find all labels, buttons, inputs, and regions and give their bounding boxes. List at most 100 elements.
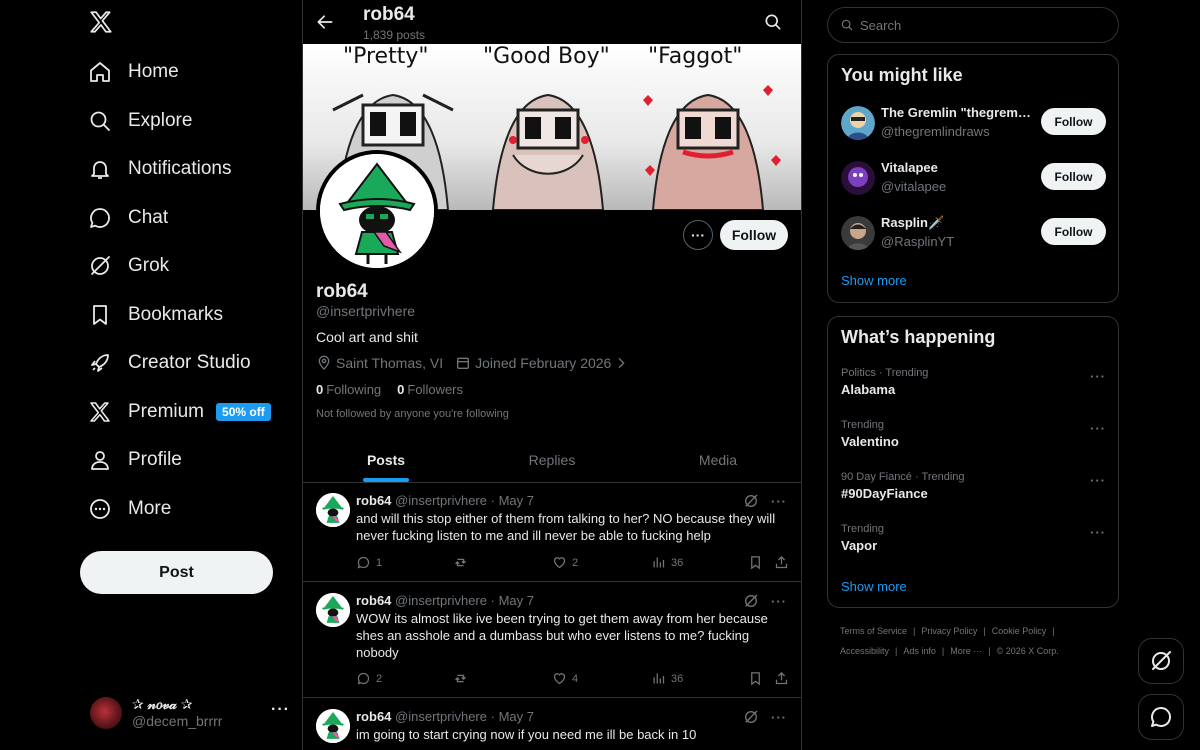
nav-creator-studio-label: Creator Studio — [128, 352, 251, 373]
profile-joined[interactable]: Joined February 2026 — [475, 355, 611, 371]
search-bar[interactable] — [827, 7, 1119, 43]
follow-button[interactable]: Follow — [1041, 218, 1106, 245]
reply-button[interactable]: 1 — [356, 555, 382, 570]
post-button[interactable]: Post — [80, 551, 273, 594]
nav-grok[interactable]: Grok — [88, 246, 169, 286]
nav-more[interactable]: More — [88, 489, 171, 529]
tweet-date[interactable]: May 7 — [499, 493, 534, 508]
show-more-link[interactable]: Show more — [841, 579, 907, 594]
trend-item[interactable]: Trending Vapor ··· — [841, 523, 1106, 563]
nav-premium[interactable]: Premium 50% off — [88, 392, 271, 432]
tweet-author-handle: @insertprivhere — [395, 709, 487, 724]
nav-explore[interactable]: Explore — [88, 101, 192, 141]
tweet-header: rob64 @insertprivhere · May 7 — [356, 593, 534, 608]
views-button[interactable]: 36 — [651, 671, 683, 686]
tweet-more-icon[interactable]: ··· — [771, 710, 787, 725]
tab-posts[interactable]: Posts — [303, 438, 469, 482]
not-followed-note: Not followed by anyone you're following — [316, 408, 509, 420]
reply-button[interactable]: 2 — [356, 671, 382, 686]
grok-icon[interactable] — [743, 593, 759, 609]
tweet-date[interactable]: May 7 — [499, 593, 534, 608]
share-button[interactable] — [774, 671, 794, 686]
tweet-avatar[interactable] — [316, 493, 350, 527]
trend-item[interactable]: Trending Valentino ··· — [841, 419, 1106, 459]
share-button[interactable] — [774, 555, 794, 570]
tweet-avatar[interactable] — [316, 709, 350, 743]
avatar-illustration — [320, 154, 434, 268]
search-icon — [841, 19, 853, 31]
following-link[interactable]: 0 Following — [316, 382, 381, 397]
tweet-more-icon[interactable]: ··· — [771, 494, 787, 509]
x-logo-icon[interactable] — [88, 9, 114, 35]
like-button[interactable]: 4 — [552, 671, 578, 686]
followers-link[interactable]: 0 Followers — [397, 382, 463, 397]
account-switcher[interactable]: ✰ 𝓃𝑜𝓋𝒶 ✰ @decem_brrrr ··· — [90, 695, 290, 731]
profile-more-button[interactable]: ··· — [683, 220, 713, 250]
trend-item[interactable]: 90 Day Fiancé · Trending #90DayFiance ··… — [841, 471, 1106, 511]
footer-separator: | — [988, 646, 991, 656]
footer-link-more[interactable]: More ··· — [950, 646, 982, 656]
bookmark-button[interactable] — [748, 671, 768, 686]
follow-counts: 0 Following 0 Followers — [316, 382, 463, 397]
tweet-more-icon[interactable]: ··· — [771, 594, 787, 609]
back-arrow-icon[interactable] — [315, 12, 335, 32]
profile-avatar[interactable] — [316, 150, 438, 272]
suggestion-item[interactable]: Vitalapee @vitalapee Follow — [841, 158, 1106, 198]
trend-more-icon[interactable]: ··· — [1090, 525, 1106, 540]
tweet-date[interactable]: May 7 — [499, 709, 534, 724]
tab-media[interactable]: Media — [635, 438, 801, 482]
nav-notifications[interactable]: Notifications — [88, 149, 232, 189]
footer-link-terms[interactable]: Terms of Service — [840, 626, 907, 636]
left-sidebar: Home Explore Notifications Chat Grok Boo… — [0, 0, 303, 750]
nav-chat[interactable]: Chat — [88, 198, 168, 238]
nav-bookmarks[interactable]: Bookmarks — [88, 295, 223, 335]
avatar-illustration — [316, 709, 350, 743]
nav-home[interactable]: Home — [88, 52, 179, 92]
tweet[interactable]: rob64 @insertprivhere · May 7 ··· and wi… — [303, 483, 801, 582]
tab-replies[interactable]: Replies — [469, 438, 635, 482]
account-handle: @decem_brrrr — [132, 713, 223, 729]
trend-more-icon[interactable]: ··· — [1090, 473, 1106, 488]
search-icon[interactable] — [763, 12, 783, 32]
bell-icon — [91, 161, 109, 179]
tweet-author-name[interactable]: rob64 — [356, 593, 391, 608]
suggestion-item[interactable]: The Gremlin "thegremlindraws" @thegremli… — [841, 103, 1106, 143]
tweet-author-name[interactable]: rob64 — [356, 709, 391, 724]
bookmark-button[interactable] — [748, 555, 768, 570]
follow-button[interactable]: Follow — [1041, 108, 1106, 135]
tweet[interactable]: rob64 @insertprivhere · May 7 ··· im goi… — [303, 699, 801, 750]
tweet-header: rob64 @insertprivhere · May 7 — [356, 493, 534, 508]
tweet-author-name[interactable]: rob64 — [356, 493, 391, 508]
suggestion-item[interactable]: Rasplin🗡️ @RasplinYT Follow — [841, 213, 1106, 253]
trend-more-icon[interactable]: ··· — [1090, 369, 1106, 384]
trend-item[interactable]: Politics · Trending Alabama ··· — [841, 367, 1106, 407]
repost-button[interactable] — [453, 555, 473, 570]
footer-link-ads-info[interactable]: Ads info — [903, 646, 936, 656]
grok-icon[interactable] — [743, 709, 759, 725]
nav-profile[interactable]: Profile — [88, 440, 182, 480]
you-might-like-title: You might like — [841, 65, 963, 85]
footer-link-privacy[interactable]: Privacy Policy — [921, 626, 977, 636]
profile-name: rob64 — [316, 281, 368, 302]
nav-premium-label: Premium — [128, 401, 205, 422]
tweet-avatar[interactable] — [316, 593, 350, 627]
followers-label: Followers — [407, 382, 464, 397]
views-button[interactable]: 36 — [651, 555, 683, 570]
follow-button[interactable]: Follow — [1041, 163, 1106, 190]
follow-button[interactable]: Follow — [720, 220, 788, 250]
search-input[interactable] — [860, 17, 1100, 33]
nav-home-label: Home — [128, 61, 179, 82]
following-label: Following — [326, 382, 382, 397]
like-button[interactable]: 2 — [552, 555, 578, 570]
chat-floating-button[interactable] — [1138, 694, 1184, 740]
trend-more-icon[interactable]: ··· — [1090, 421, 1106, 436]
show-more-link[interactable]: Show more — [841, 273, 907, 288]
grok-icon[interactable] — [743, 493, 759, 509]
account-name: ✰ 𝓃𝑜𝓋𝒶 ✰ — [132, 696, 193, 712]
nav-creator-studio[interactable]: Creator Studio — [88, 343, 251, 383]
footer-link-accessibility[interactable]: Accessibility — [840, 646, 889, 656]
grok-floating-button[interactable] — [1138, 638, 1184, 684]
repost-button[interactable] — [453, 671, 473, 686]
footer-link-cookie[interactable]: Cookie Policy — [992, 626, 1047, 636]
tweet[interactable]: rob64 @insertprivhere · May 7 ··· WOW it… — [303, 583, 801, 698]
